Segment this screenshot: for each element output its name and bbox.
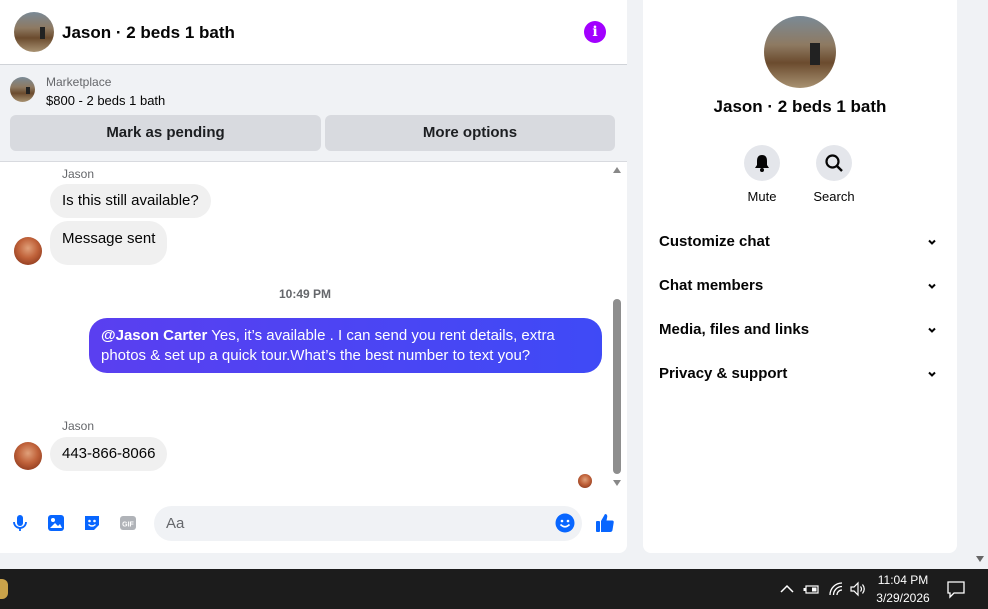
mark-as-pending-button[interactable]: Mark as pending [10, 115, 321, 151]
search-button[interactable]: Search [804, 145, 864, 204]
section-chat-members[interactable]: Chat members [643, 264, 957, 308]
section-privacy-support[interactable]: Privacy & support [643, 352, 957, 396]
info-icon[interactable]: i [584, 21, 606, 43]
section-label: Privacy & support [659, 365, 788, 382]
section-label: Chat members [659, 277, 764, 294]
chat-panel: Jason · 2 beds 1 bath i Marketplace $800… [0, 0, 627, 553]
outgoing-message-bubble[interactable]: @Jason Carter Yes, it’s available . I ca… [89, 318, 602, 373]
mute-label: Mute [747, 189, 777, 204]
composer: GIF [0, 500, 627, 548]
wifi-icon[interactable] [827, 580, 845, 598]
volume-icon[interactable] [849, 580, 867, 598]
message-timestamp: 10:49 PM [278, 287, 332, 301]
sticker-icon[interactable] [82, 513, 102, 533]
chevron-up-icon[interactable] [778, 580, 796, 598]
chevron-down-icon [928, 327, 936, 333]
photo-icon[interactable] [46, 513, 66, 533]
thumbs-up-icon[interactable] [594, 512, 616, 534]
scroll-up-arrow-icon[interactable] [613, 167, 621, 173]
section-label: Customize chat [659, 233, 770, 250]
gif-icon[interactable]: GIF [118, 513, 138, 533]
message-list: Jason Is this still available? Message s… [0, 163, 627, 493]
listing-thumbnail[interactable] [10, 77, 35, 102]
sender-name: Jason [62, 419, 95, 433]
section-label: Media, files and links [659, 321, 810, 338]
message-input-container[interactable] [154, 506, 582, 541]
marketplace-banner: Marketplace $800 - 2 beds 1 bath Mark as… [0, 65, 627, 162]
marketplace-label: Marketplace [46, 75, 112, 89]
chat-header: Jason · 2 beds 1 bath i [0, 0, 627, 65]
microphone-icon[interactable] [10, 513, 30, 533]
svg-text:GIF: GIF [122, 522, 134, 529]
chevron-down-icon [928, 371, 936, 377]
conversation-title: Jason · 2 beds 1 bath [713, 97, 887, 116]
taskbar-app-icon[interactable] [0, 579, 8, 599]
conversation-avatar[interactable] [764, 16, 836, 88]
message-bubble[interactable]: Is this still available? [50, 184, 211, 218]
sender-avatar[interactable] [14, 442, 42, 470]
page-scroll-down-arrow-icon[interactable] [976, 556, 984, 562]
message-input[interactable] [166, 506, 546, 541]
emoji-icon[interactable] [555, 513, 575, 533]
message-scrollbar[interactable] [611, 163, 623, 493]
section-customize-chat[interactable]: Customize chat [643, 220, 957, 264]
taskbar: 11:04 PM 3/29/2026 [0, 569, 988, 609]
message-bubble[interactable]: Message sent [50, 221, 168, 265]
taskbar-date[interactable]: 3/29/2026 [870, 591, 936, 605]
search-label: Search [813, 189, 855, 204]
mention-tag[interactable]: @Jason Carter [101, 327, 207, 344]
read-receipt-avatar [578, 474, 592, 488]
sender-name: Jason [62, 167, 95, 181]
scroll-down-arrow-icon[interactable] [613, 480, 621, 486]
scroll-thumb[interactable] [613, 299, 621, 474]
section-media-files-links[interactable]: Media, files and links [643, 308, 957, 352]
notifications-icon[interactable] [946, 579, 966, 599]
mute-button[interactable]: Mute [732, 145, 792, 204]
chevron-down-icon [928, 239, 936, 245]
listing-avatar[interactable] [14, 12, 54, 52]
conversation-info-panel: Jason · 2 beds 1 bath Mute Search Custom… [643, 0, 957, 553]
sender-avatar[interactable] [14, 237, 42, 265]
search-icon[interactable] [816, 145, 852, 181]
chevron-down-icon [928, 283, 936, 289]
taskbar-time[interactable]: 11:04 PM [870, 573, 936, 587]
more-options-button[interactable]: More options [325, 115, 615, 151]
message-bubble[interactable]: 443-866-8066 [50, 437, 168, 471]
bell-icon[interactable] [744, 145, 780, 181]
chat-title[interactable]: Jason · 2 beds 1 bath [62, 23, 235, 43]
listing-price[interactable]: $800 - 2 beds 1 bath [46, 93, 165, 108]
battery-icon[interactable] [802, 580, 820, 598]
